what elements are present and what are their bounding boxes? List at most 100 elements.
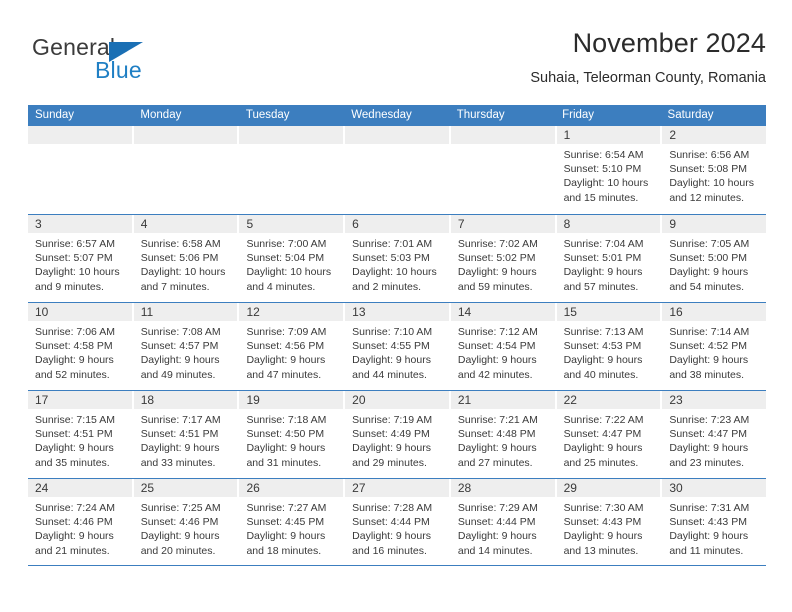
calendar-day-cell[interactable]: 11 Sunrise: 7:08 AM Sunset: 4:57 PM Dayligh… (133, 303, 240, 390)
day-number: 11 (140, 305, 154, 319)
sunset-text: Sunset: 4:58 PM (35, 340, 113, 353)
day-number: 22 (563, 393, 577, 407)
sunset-text: Sunset: 5:00 PM (669, 252, 747, 265)
day-details: Sunrise: 7:19 AM Sunset: 4:49 PM Daylight:… (345, 409, 449, 470)
calendar-day-cell[interactable]: 16 Sunrise: 7:14 AM Sunset: 4:52 PM Dayligh… (662, 303, 767, 390)
sunset-text: Sunset: 4:45 PM (246, 516, 325, 529)
day-number-band: 14 (450, 303, 555, 321)
day-number-band: 7 (450, 215, 555, 233)
day-details: Sunrise: 7:29 AM Sunset: 4:44 PM Daylight:… (451, 497, 555, 558)
calendar-day-cell[interactable]: 25 Sunrise: 7:25 AM Sunset: 4:46 PM Dayligh… (133, 479, 240, 565)
calendar-day-cell[interactable]: 17 Sunrise: 7:15 AM Sunset: 4:51 PM Dayligh… (28, 391, 134, 478)
calendar-day-cell[interactable]: 19 Sunrise: 7:18 AM Sunset: 4:50 PM Dayligh… (239, 391, 346, 478)
sunrise-text: Sunrise: 7:31 AM (669, 502, 750, 514)
day-number: 2 (669, 128, 676, 142)
daylight-text-cont: and 29 minutes. (352, 456, 427, 469)
page-header: General Blue November 2024 Suhaia, Teleo… (28, 26, 766, 98)
day-number: 5 (246, 217, 254, 231)
calendar-day-cell[interactable]: 5 Sunrise: 7:00 AM Sunset: 5:04 PM Daylight… (239, 215, 346, 302)
daylight-text: Daylight: 9 hours (140, 354, 220, 367)
sunset-text: Sunset: 4:43 PM (563, 516, 642, 529)
calendar-day-cell[interactable]: 6 Sunrise: 7:01 AM Sunset: 5:03 PM Daylight… (345, 215, 451, 302)
calendar-day-cell[interactable]: 28 Sunrise: 7:29 AM Sunset: 4:44 PM Dayligh… (450, 479, 557, 565)
daylight-text-cont: and 13 minutes. (563, 544, 639, 557)
calendar-day-cell[interactable]: 26 Sunrise: 7:27 AM Sunset: 4:45 PM Dayligh… (239, 479, 346, 565)
day-details: Sunrise: 7:18 AM Sunset: 4:50 PM Daylight:… (239, 409, 343, 470)
day-details: Sunrise: 7:14 AM Sunset: 4:52 PM Daylight:… (662, 321, 766, 382)
sunrise-text: Sunrise: 6:56 AM (669, 149, 750, 161)
calendar-day-cell[interactable]: 22 Sunrise: 7:22 AM Sunset: 4:47 PM Dayligh… (556, 391, 663, 478)
day-details: Sunrise: 7:15 AM Sunset: 4:51 PM Daylight:… (28, 409, 132, 470)
daylight-text-cont: and 12 minutes. (669, 191, 745, 204)
daylight-text: Daylight: 9 hours (35, 442, 114, 455)
sunset-text: Sunset: 4:55 PM (352, 340, 430, 353)
day-number-band: 16 (662, 303, 767, 321)
calendar-day-cell[interactable]: 13 Sunrise: 7:10 AM Sunset: 4:55 PM Dayligh… (345, 303, 451, 390)
sunset-text: Sunset: 4:46 PM (35, 516, 113, 529)
day-details: Sunrise: 7:09 AM Sunset: 4:56 PM Daylight:… (239, 321, 343, 382)
weekday-header-row: Sunday Monday Tuesday Wednesday Thursday Frid… (28, 105, 766, 126)
daylight-text-cont: and 23 minutes. (669, 456, 745, 469)
calendar-day-cell[interactable]: 7 Sunrise: 7:02 AM Sunset: 5:02 PM Daylight… (450, 215, 557, 302)
calendar-day-cell[interactable]: 15 Sunrise: 7:13 AM Sunset: 4:53 PM Dayligh… (556, 303, 663, 390)
calendar-day-cell[interactable]: 4 Sunrise: 6:58 AM Sunset: 5:06 PM Daylight… (133, 215, 240, 302)
day-number: 20 (352, 393, 366, 407)
day-details: Sunrise: 7:00 AM Sunset: 5:04 PM Daylight:… (239, 233, 343, 294)
general-blue-logo[interactable]: General Blue (32, 34, 222, 90)
sunrise-text: Sunrise: 7:05 AM (669, 238, 750, 250)
calendar-day-cell[interactable]: 12 Sunrise: 7:09 AM Sunset: 4:56 PM Dayligh… (239, 303, 346, 390)
day-number: 21 (457, 393, 472, 407)
day-number-band: 4 (133, 215, 238, 233)
daylight-text-cont: and 4 minutes. (246, 280, 316, 293)
sunset-text: Sunset: 5:02 PM (457, 252, 536, 265)
day-details: Sunrise: 7:01 AM Sunset: 5:03 PM Daylight:… (345, 233, 449, 294)
calendar-day-cell[interactable]: 23 Sunrise: 7:23 AM Sunset: 4:47 PM Dayligh… (662, 391, 767, 478)
day-number: 1 (563, 128, 571, 142)
day-number-band: 9 (662, 215, 767, 233)
calendar-day-cell[interactable]: 10 Sunrise: 7:06 AM Sunset: 4:58 PM Dayligh… (28, 303, 134, 390)
calendar-day-cell[interactable]: 8 Sunrise: 7:04 AM Sunset: 5:01 PM Daylight… (556, 215, 663, 302)
daylight-text: Daylight: 10 hours (563, 177, 649, 190)
day-number: 16 (669, 305, 683, 319)
weekday-header-sunday: Sunday (35, 109, 75, 121)
calendar-day-cell[interactable]: 30 Sunrise: 7:31 AM Sunset: 4:43 PM Dayligh… (662, 479, 767, 565)
day-details: Sunrise: 7:13 AM Sunset: 4:53 PM Daylight:… (557, 321, 661, 382)
sunrise-text: Sunrise: 6:54 AM (563, 149, 644, 161)
daylight-text-cont: and 16 minutes. (352, 544, 427, 557)
calendar-day-cell[interactable]: 14 Sunrise: 7:12 AM Sunset: 4:54 PM Dayligh… (450, 303, 557, 390)
calendar-day-cell[interactable]: 18 Sunrise: 7:17 AM Sunset: 4:51 PM Dayligh… (133, 391, 240, 478)
sunrise-text: Sunrise: 7:13 AM (563, 326, 644, 338)
calendar-day-cell[interactable]: 1 Sunrise: 6:54 AM Sunset: 5:10 PM Daylight… (556, 126, 663, 214)
calendar-day-cell[interactable]: 27 Sunrise: 7:28 AM Sunset: 4:44 PM Dayligh… (345, 479, 451, 565)
calendar-day-cell[interactable]: 9 Sunrise: 7:05 AM Sunset: 5:00 PM Daylight… (662, 215, 767, 302)
sunset-text: Sunset: 4:54 PM (457, 340, 536, 353)
daylight-text-cont: and 33 minutes. (140, 456, 216, 469)
daylight-text-cont: and 44 minutes. (352, 368, 427, 381)
sunset-text: Sunset: 4:47 PM (563, 428, 642, 441)
daylight-text: Daylight: 9 hours (669, 354, 749, 367)
day-number-band: 8 (556, 215, 661, 233)
calendar-week-row: 17 Sunrise: 7:15 AM Sunset: 4:51 PM Dayligh… (28, 390, 767, 478)
calendar-day-cell[interactable]: 24 Sunrise: 7:24 AM Sunset: 4:46 PM Dayligh… (28, 479, 134, 565)
day-number-band: 11 (133, 303, 238, 321)
calendar-grid: Sunday Monday Tuesday Wednesday Thursday Frid… (28, 105, 767, 566)
sunrise-text: Sunrise: 6:57 AM (35, 238, 115, 250)
daylight-text-cont: and 47 minutes. (246, 368, 322, 381)
calendar-day-cell[interactable]: 29 Sunrise: 7:30 AM Sunset: 4:43 PM Dayligh… (556, 479, 663, 565)
day-number-band: 18 (133, 391, 238, 409)
day-number: 27 (352, 481, 366, 495)
daylight-text: Daylight: 10 hours (669, 177, 754, 190)
sunrise-text: Sunrise: 7:27 AM (246, 502, 327, 514)
calendar-day-cell[interactable]: 21 Sunrise: 7:21 AM Sunset: 4:48 PM Dayligh… (450, 391, 557, 478)
calendar-day-cell[interactable]: 3 Sunrise: 6:57 AM Sunset: 5:07 PM Daylight… (28, 215, 134, 302)
daylight-text-cont: and 31 minutes. (246, 456, 322, 469)
sunset-text: Sunset: 4:43 PM (669, 516, 747, 529)
day-number-band: 5 (239, 215, 344, 233)
day-number: 25 (140, 481, 155, 495)
day-number-band (345, 126, 449, 144)
daylight-text-cont: and 57 minutes. (563, 280, 639, 293)
calendar-day-cell[interactable]: 2 Sunrise: 6:56 AM Sunset: 5:08 PM Daylight… (662, 126, 767, 214)
calendar-day-cell[interactable]: 20 Sunrise: 7:19 AM Sunset: 4:49 PM Dayligh… (345, 391, 451, 478)
sunset-text: Sunset: 5:01 PM (563, 252, 642, 265)
sunset-text: Sunset: 4:44 PM (352, 516, 430, 529)
